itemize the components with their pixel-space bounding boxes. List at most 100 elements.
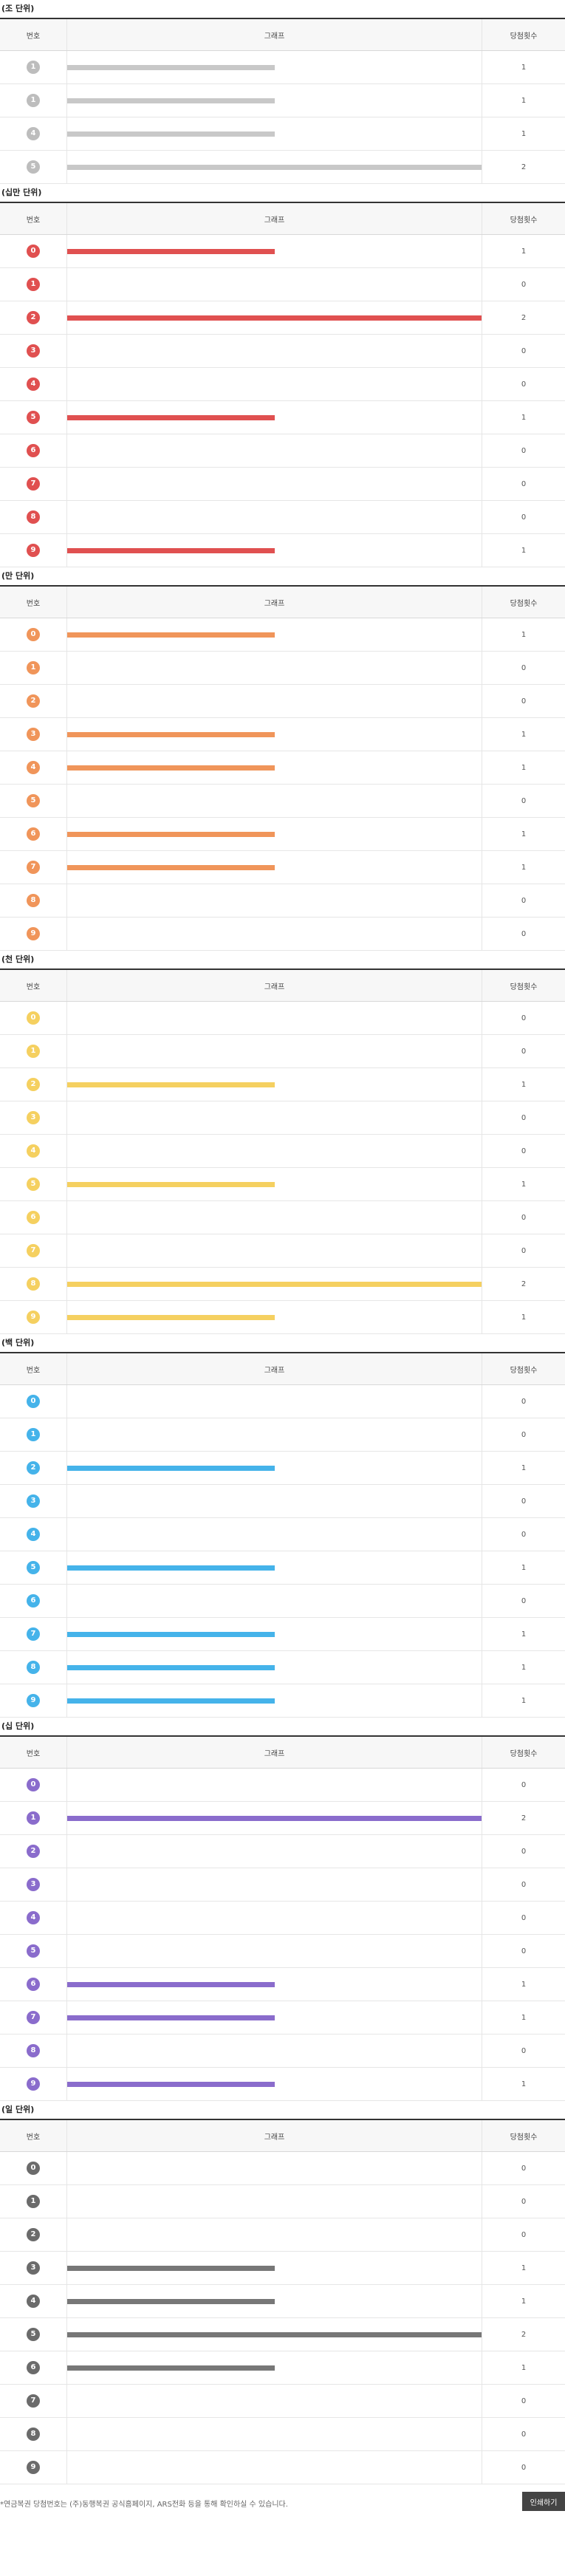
bar-track xyxy=(67,884,482,917)
bar-track xyxy=(67,468,482,500)
header-number: 번호 xyxy=(0,18,67,51)
table-header-row: 번호 그래프 당첨횟수 xyxy=(0,18,565,51)
count-cell: 0 xyxy=(482,1584,565,1618)
count-cell: 0 xyxy=(482,2151,565,2185)
table-row: 40 xyxy=(0,367,565,401)
graph-cell xyxy=(66,1934,482,1968)
number-cell: 3 xyxy=(0,1101,67,1135)
number-ball: 3 xyxy=(27,2261,40,2275)
table-row: 61 xyxy=(0,817,565,851)
number-cell: 4 xyxy=(0,751,67,785)
count-cell: 0 xyxy=(482,2417,565,2451)
count-cell: 0 xyxy=(482,500,565,534)
table-header-row: 번호 그래프 당첨횟수 xyxy=(0,2119,565,2152)
table-row: 71 xyxy=(0,2001,565,2035)
graph-cell xyxy=(66,1418,482,1452)
table-row: 10 xyxy=(0,1418,565,1452)
number-cell: 0 xyxy=(0,1001,67,1035)
bar-track xyxy=(67,1485,482,1517)
bar-track xyxy=(67,1101,482,1134)
frequency-bar xyxy=(67,1466,275,1471)
bar-track xyxy=(67,1452,482,1484)
table-row: 40 xyxy=(0,1901,565,1935)
count-cell: 0 xyxy=(482,267,565,301)
print-button[interactable]: 인쇄하기 xyxy=(522,2492,565,2511)
number-ball: 4 xyxy=(27,1144,40,1158)
graph-cell xyxy=(66,1967,482,2001)
number-ball: 0 xyxy=(27,628,40,641)
number-cell: 2 xyxy=(0,301,67,335)
bar-track xyxy=(67,84,482,117)
header-number: 번호 xyxy=(0,1736,67,1769)
frequency-bar xyxy=(67,1982,275,1987)
header-count: 당첨횟수 xyxy=(482,18,565,51)
number-ball: 4 xyxy=(27,1528,40,1541)
table-row: 22 xyxy=(0,301,565,335)
table-row: 70 xyxy=(0,1234,565,1268)
bar-track xyxy=(67,851,482,884)
table-row: 52 xyxy=(0,150,565,184)
number-cell: 1 xyxy=(0,1801,67,1835)
number-ball: 7 xyxy=(27,2394,40,2408)
graph-cell xyxy=(66,301,482,335)
number-ball: 8 xyxy=(27,510,40,524)
table-row: 41 xyxy=(0,751,565,785)
graph-cell xyxy=(66,2384,482,2418)
header-number: 번호 xyxy=(0,969,67,1002)
graph-cell xyxy=(66,684,482,718)
header-number: 번호 xyxy=(0,202,67,235)
table-row: 80 xyxy=(0,2034,565,2068)
table-row: 21 xyxy=(0,1451,565,1485)
graph-cell xyxy=(66,2351,482,2385)
number-cell: 2 xyxy=(0,1067,67,1101)
number-cell: 4 xyxy=(0,117,67,151)
count-cell: 0 xyxy=(482,2218,565,2252)
bar-track xyxy=(67,2418,482,2450)
graph-cell xyxy=(66,1267,482,1301)
frequency-bar xyxy=(67,165,482,170)
bar-track xyxy=(67,618,482,651)
table-header-row: 번호 그래프 당첨횟수 xyxy=(0,202,565,235)
number-ball: 1 xyxy=(27,1428,40,1441)
graph-cell xyxy=(66,2184,482,2218)
number-cell: 2 xyxy=(0,684,67,718)
number-ball: 8 xyxy=(27,1661,40,1674)
count-cell: 2 xyxy=(482,2317,565,2351)
number-ball: 4 xyxy=(27,127,40,140)
count-cell: 1 xyxy=(482,2001,565,2035)
table-row: 00 xyxy=(0,1768,565,1802)
graph-cell xyxy=(66,267,482,301)
table-row: 10 xyxy=(0,2184,565,2218)
number-ball: 5 xyxy=(27,160,40,174)
graph-cell xyxy=(66,1034,482,1068)
number-ball: 6 xyxy=(27,444,40,457)
number-cell: 4 xyxy=(0,1517,67,1551)
table-row: 40 xyxy=(0,1134,565,1168)
number-cell: 3 xyxy=(0,334,67,368)
table-row: 20 xyxy=(0,2218,565,2252)
graph-cell xyxy=(66,1834,482,1868)
frequency-bar xyxy=(67,1315,275,1320)
bar-track xyxy=(67,652,482,684)
graph-cell xyxy=(66,83,482,117)
number-cell: 9 xyxy=(0,533,67,567)
bar-track xyxy=(67,1201,482,1234)
table-row: 80 xyxy=(0,500,565,534)
number-cell: 5 xyxy=(0,1167,67,1201)
header-graph: 그래프 xyxy=(66,202,482,235)
graph-cell xyxy=(66,2284,482,2318)
bar-track xyxy=(67,501,482,533)
number-ball: 9 xyxy=(27,1311,40,1324)
graph-cell xyxy=(66,1868,482,1902)
number-cell: 7 xyxy=(0,2001,67,2035)
count-cell: 0 xyxy=(482,334,565,368)
count-cell: 1 xyxy=(482,50,565,84)
graph-cell xyxy=(66,1134,482,1168)
count-cell: 0 xyxy=(482,1384,565,1418)
graph-cell xyxy=(66,1200,482,1234)
number-cell: 1 xyxy=(0,2184,67,2218)
frequency-table: 번호 그래프 당첨횟수 0 1 1 0 2 2 3 0 4 0 5 1 6 0 7 0 8 0 9 1 xyxy=(0,202,565,567)
bar-track xyxy=(67,1902,482,1934)
graph-cell xyxy=(66,1901,482,1935)
frequency-table: 번호 그래프 당첨횟수 0 0 1 0 2 0 3 1 4 1 5 2 6 1 7 0 8 0 9 0 xyxy=(0,2119,565,2484)
